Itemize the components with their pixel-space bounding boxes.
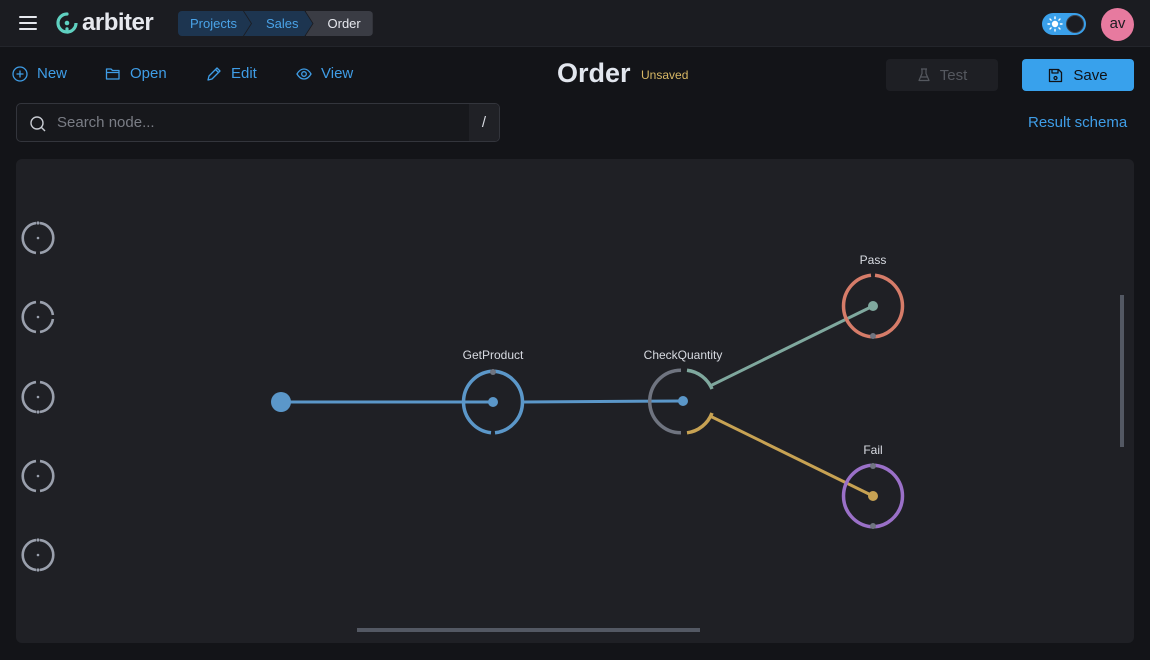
save-button[interactable]: Save [1022, 59, 1134, 91]
output-port[interactable] [870, 523, 876, 529]
view-label: View [321, 65, 354, 82]
new-label: New [37, 65, 68, 82]
start-node[interactable] [271, 392, 291, 412]
save-label: Save [1073, 66, 1108, 84]
app-logo[interactable]: arbiter [56, 9, 154, 37]
flow-graph [271, 273, 905, 529]
flask-icon [918, 68, 930, 82]
result-schema-link[interactable]: Result schema [1028, 114, 1127, 131]
node-label-getproduct: GetProduct [462, 348, 524, 362]
toolbar: New Open Edit View Order Unsaved Test Sa… [0, 48, 1150, 100]
input-port[interactable] [868, 491, 878, 501]
breadcrumb: Projects Sales Order [178, 11, 373, 36]
horizontal-scrollbar[interactable] [357, 628, 700, 632]
toggle-knob [1066, 15, 1084, 33]
edit-button[interactable]: Edit [206, 65, 257, 82]
search-box: / [16, 103, 500, 142]
view-button[interactable]: View [296, 65, 353, 82]
search-input[interactable] [57, 104, 467, 141]
node-label-checkquantity: CheckQuantity [643, 348, 723, 362]
test-button[interactable]: Test [886, 59, 998, 91]
eye-icon [296, 67, 312, 80]
input-port[interactable] [870, 463, 876, 469]
plus-circle-icon [12, 65, 28, 82]
top-bar: arbiter Projects Sales Order av [0, 0, 1150, 47]
open-label: Open [130, 65, 167, 82]
new-button[interactable]: New [12, 65, 67, 82]
node-label-fail: Fail [863, 443, 883, 457]
vertical-scrollbar[interactable] [1120, 295, 1124, 447]
edge-checkquantity-pass[interactable] [709, 304, 874, 388]
arbiter-logo-icon [56, 12, 78, 34]
input-port[interactable] [678, 396, 688, 406]
input-port[interactable] [868, 301, 878, 311]
document-title: Order [557, 58, 631, 88]
node-pass[interactable] [841, 273, 905, 339]
breadcrumb-projects[interactable]: Projects [178, 11, 251, 36]
edit-label: Edit [231, 65, 257, 82]
app-name: arbiter [82, 9, 154, 36]
test-label: Test [939, 66, 968, 84]
edge-checkquantity-fail[interactable] [709, 414, 874, 498]
unsaved-badge: Unsaved [641, 68, 689, 82]
hamburger-icon[interactable] [19, 16, 37, 30]
open-button[interactable]: Open [105, 65, 167, 82]
output-port[interactable] [488, 397, 498, 407]
graph-canvas[interactable]: GetProduct CheckQuantity Pass Fail [16, 159, 1134, 643]
output-port[interactable] [870, 333, 876, 339]
node-fail[interactable] [841, 463, 905, 529]
breadcrumb-order: Order [305, 11, 373, 36]
node-label-pass: Pass [859, 253, 887, 267]
folder-icon [105, 67, 120, 80]
sun-icon [1047, 16, 1063, 32]
input-port[interactable] [490, 369, 496, 375]
save-disk-icon [1049, 68, 1063, 82]
search-shortcut-key: / [469, 104, 499, 141]
pencil-icon [207, 66, 221, 81]
theme-toggle[interactable] [1042, 13, 1086, 35]
avatar[interactable]: av [1101, 8, 1134, 41]
breadcrumb-sales[interactable]: Sales [244, 11, 313, 36]
edge-getproduct-checkquantity[interactable] [523, 399, 684, 404]
search-icon [30, 116, 46, 132]
